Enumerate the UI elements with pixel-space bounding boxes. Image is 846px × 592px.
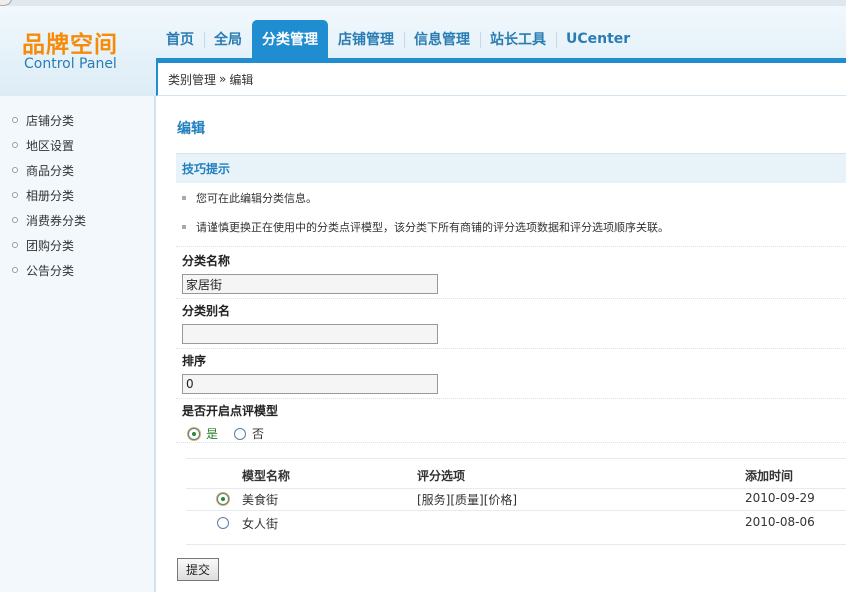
tip-item: 您可在此编辑分类信息。 [182, 190, 317, 206]
sidebar-item-shop-category[interactable]: 店铺分类 [12, 111, 74, 129]
nav-item-shop[interactable]: 店铺管理 [328, 20, 404, 58]
model-select-radio[interactable] [217, 493, 229, 505]
bullet-icon [12, 117, 18, 123]
main-content: 编辑 技巧提示 您可在此编辑分类信息。 请谨慎更换正在使用中的分类点评模型，该分… [158, 96, 846, 592]
review-yes-label: 是 [206, 427, 219, 441]
review-model-label: 是否开启点评模型 [182, 404, 279, 418]
nav-item-ucenter[interactable]: UCenter [556, 20, 640, 58]
bullet-icon [12, 142, 18, 148]
nav-item-info[interactable]: 信息管理 [404, 20, 480, 58]
logo-title: 品牌空间 [22, 32, 118, 58]
model-name: 美食街 [242, 493, 279, 507]
review-yes-radio[interactable]: 是 [188, 425, 218, 442]
nav-item-global[interactable]: 全局 [204, 20, 252, 58]
sidebar-item-label: 相册分类 [26, 188, 75, 203]
sort-order-label: 排序 [182, 354, 207, 368]
column-header-options: 评分选项 [417, 469, 466, 483]
breadcrumb: 类别管理 » 编辑 [156, 63, 846, 96]
bullet-icon [12, 167, 18, 173]
top-strip [0, 0, 846, 6]
review-no-label: 否 [252, 427, 265, 441]
tip-text: 您可在此编辑分类信息。 [196, 192, 317, 205]
tip-item: 请谨慎更换正在使用中的分类点评模型，该分类下所有商铺的评分选项数据和评分选项顺序… [182, 219, 669, 235]
sidebar-item-label: 团购分类 [26, 238, 75, 253]
column-header-name: 模型名称 [242, 469, 291, 483]
tips-heading: 技巧提示 [176, 153, 846, 183]
main-nav: 首页 全局 分类管理 店铺管理 信息管理 站长工具 UCenter [156, 20, 640, 58]
breadcrumb-parent[interactable]: 类别管理 [168, 71, 216, 88]
model-name: 女人街 [242, 517, 279, 531]
divider [176, 398, 846, 399]
page-title: 编辑 [177, 121, 205, 137]
category-alias-label: 分类别名 [182, 304, 231, 318]
category-name-label: 分类名称 [182, 254, 231, 268]
divider [176, 348, 846, 349]
nav-item-home[interactable]: 首页 [156, 20, 204, 58]
logo-subtitle: Control Panel [24, 56, 117, 72]
table-line [186, 488, 846, 489]
table-line [186, 510, 846, 511]
category-alias-input[interactable] [182, 324, 438, 344]
model-date: 2010-09-29 [745, 491, 815, 505]
submit-button[interactable]: 提交 [177, 558, 219, 581]
bullet-icon [12, 192, 18, 198]
sidebar-item-label: 公告分类 [26, 263, 75, 278]
sidebar-item-product-category[interactable]: 商品分类 [12, 161, 74, 179]
sidebar-item-groupbuy-category[interactable]: 团购分类 [12, 236, 74, 254]
sidebar-item-coupon-category[interactable]: 消费券分类 [12, 211, 86, 229]
bullet-icon [12, 242, 18, 248]
breadcrumb-current: 编辑 [229, 72, 254, 87]
model-select-radio[interactable] [217, 517, 229, 529]
review-no-radio[interactable]: 否 [234, 425, 264, 442]
sidebar-item-label: 店铺分类 [26, 113, 75, 128]
bullet-icon [12, 267, 18, 273]
breadcrumb-separator: » [219, 72, 227, 86]
sidebar-item-label: 商品分类 [26, 163, 75, 178]
table-line [186, 544, 846, 545]
sidebar-item-label: 消费券分类 [26, 213, 87, 228]
bullet-icon [182, 225, 186, 229]
nav-item-category[interactable]: 分类管理 [252, 20, 328, 58]
bullet-icon [182, 196, 186, 200]
sidebar-item-label: 地区设置 [26, 138, 75, 153]
divider [176, 442, 846, 443]
sidebar-item-album-category[interactable]: 相册分类 [12, 186, 74, 204]
divider [176, 246, 846, 247]
column-header-date: 添加时间 [745, 469, 794, 483]
nav-item-tools[interactable]: 站长工具 [480, 20, 556, 58]
table-line [186, 458, 846, 459]
model-date: 2010-08-06 [745, 515, 815, 529]
sidebar-item-region[interactable]: 地区设置 [12, 136, 74, 154]
tip-text: 请谨慎更换正在使用中的分类点评模型，该分类下所有商铺的评分选项数据和评分选项顺序… [196, 221, 669, 234]
radio-unchecked-icon [234, 427, 246, 440]
category-name-input[interactable] [182, 274, 438, 294]
model-options: [服务][质量][价格] [417, 493, 518, 507]
radio-checked-icon [188, 427, 200, 440]
sort-order-input[interactable] [182, 374, 438, 394]
bullet-icon [12, 217, 18, 223]
sidebar-item-notice-category[interactable]: 公告分类 [12, 261, 74, 279]
divider [176, 298, 846, 299]
sidebar: 店铺分类 地区设置 商品分类 相册分类 消费券分类 团购分类 公告分类 [0, 96, 156, 592]
